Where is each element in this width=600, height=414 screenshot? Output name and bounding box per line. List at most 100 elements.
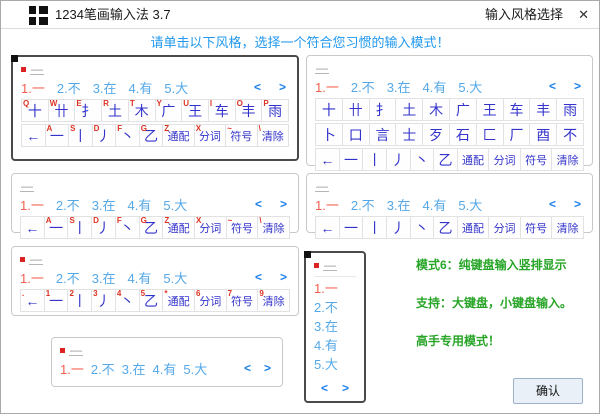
page-next-arrow[interactable]: >	[277, 270, 290, 284]
page-next-arrow[interactable]: >	[339, 381, 352, 395]
candidate-1[interactable]: 1.一	[20, 195, 44, 214]
stroke-key[interactable]: 王	[475, 98, 504, 121]
stroke-key[interactable]: 5乙	[138, 289, 164, 312]
page-prev-arrow[interactable]: <	[252, 270, 265, 284]
stroke-key[interactable]: D丿	[91, 124, 117, 147]
candidate-2[interactable]: 2.不	[56, 268, 80, 287]
stroke-key[interactable]: 丨	[362, 216, 387, 239]
clear-key[interactable]: 清除	[551, 148, 584, 171]
candidate-1[interactable]: 1.一	[315, 195, 339, 214]
stroke-key[interactable]: D丿	[91, 216, 116, 239]
candidate-4[interactable]: 4.有	[129, 78, 153, 97]
candidate-1[interactable]: 1.一	[21, 78, 45, 97]
page-prev-arrow[interactable]: <	[318, 381, 331, 395]
stroke-key[interactable]: 一	[338, 148, 364, 171]
backspace-key[interactable]: . ←	[20, 289, 45, 312]
stroke-key[interactable]: T木	[127, 99, 156, 122]
backspace-key[interactable]: ←	[315, 216, 340, 239]
stroke-key[interactable]: G乙	[138, 124, 164, 147]
stroke-key[interactable]: 乙	[433, 216, 458, 239]
page-prev-arrow[interactable]: <	[252, 197, 265, 211]
symbol-key[interactable]: 7 符号	[225, 289, 259, 312]
stroke-key[interactable]: 雨	[556, 98, 584, 121]
stroke-key[interactable]: 厂	[502, 123, 531, 146]
stroke-key[interactable]: 匚	[475, 123, 504, 146]
page-prev-arrow[interactable]: <	[241, 361, 254, 375]
page-next-arrow[interactable]: >	[276, 80, 289, 94]
stroke-key[interactable]: 土	[395, 98, 424, 121]
stroke-key[interactable]: 石	[448, 123, 477, 146]
candidate-3[interactable]: 3.在	[387, 195, 411, 214]
mode-panel-5-mini[interactable]: — 1.一 2.不 3.在 4.有 5.大 < >	[51, 337, 283, 387]
segment-key[interactable]: X 分词	[193, 124, 227, 147]
stroke-key[interactable]: 3丿	[91, 289, 116, 312]
stroke-key[interactable]: S丨	[68, 124, 93, 147]
stroke-key[interactable]: W卄	[47, 99, 76, 122]
segment-key[interactable]: 分词	[488, 216, 521, 239]
wildcard-key[interactable]: 通配	[456, 216, 490, 239]
candidate-4[interactable]: 4.有	[314, 336, 356, 355]
candidate-3[interactable]: 3.在	[93, 78, 117, 97]
clear-key[interactable]: \ 清除	[257, 216, 290, 239]
stroke-key[interactable]: O丰	[234, 99, 263, 122]
wildcard-key[interactable]: Z 通配	[162, 124, 195, 147]
candidate-3[interactable]: 3.在	[314, 317, 356, 336]
stroke-key[interactable]: 1一	[43, 289, 69, 312]
mode-panel-5[interactable]: — 1.一 2.不 3.在 4.有 5.大 < > . ← 1 一 2 丨 3 丿 4 丶 5 乙 * 通配 6 分词 7 符…	[11, 246, 299, 316]
page-prev-arrow[interactable]: <	[546, 197, 559, 211]
clear-key[interactable]: 9 清除	[257, 289, 290, 312]
stroke-key[interactable]: 士	[395, 123, 424, 146]
stroke-key[interactable]: 不	[556, 123, 584, 146]
stroke-key[interactable]: 歹	[422, 123, 450, 146]
page-next-arrow[interactable]: >	[277, 197, 290, 211]
candidate-5[interactable]: 5.大	[314, 355, 356, 374]
candidate-3[interactable]: 3.在	[122, 359, 146, 378]
candidate-1[interactable]: 1.一	[20, 268, 44, 287]
candidate-2[interactable]: 2.不	[91, 359, 115, 378]
page-prev-arrow[interactable]: <	[546, 79, 559, 93]
stroke-key[interactable]: 丨	[362, 148, 387, 171]
candidate-5[interactable]: 5.大	[458, 77, 482, 96]
symbol-key[interactable]: ~ 符号	[225, 216, 259, 239]
candidate-5[interactable]: 5.大	[458, 195, 482, 214]
stroke-key[interactable]: 丰	[529, 98, 558, 121]
wildcard-key[interactable]: * 通配	[162, 289, 195, 312]
segment-key[interactable]: X 分词	[193, 216, 227, 239]
stroke-key[interactable]: U王	[181, 99, 209, 122]
candidate-5[interactable]: 5.大	[183, 359, 207, 378]
symbol-key[interactable]: ~ 符号	[225, 124, 258, 147]
stroke-key[interactable]: A一	[43, 216, 69, 239]
stroke-key[interactable]: 乙	[433, 148, 458, 171]
stroke-key[interactable]: 十	[315, 98, 343, 121]
candidate-5[interactable]: 5.大	[163, 268, 187, 287]
segment-key[interactable]: 6 分词	[193, 289, 227, 312]
stroke-key[interactable]: 言	[368, 123, 397, 146]
candidate-4[interactable]: 4.有	[128, 268, 152, 287]
stroke-key[interactable]: 丶	[409, 216, 435, 239]
clear-key[interactable]: \ 清除	[256, 124, 290, 147]
stroke-key[interactable]: 口	[341, 123, 370, 146]
stroke-key[interactable]: 一	[338, 216, 364, 239]
stroke-key[interactable]: 车	[502, 98, 531, 121]
stroke-key[interactable]: A一	[44, 124, 70, 147]
stroke-key[interactable]: 卄	[341, 98, 370, 121]
stroke-key[interactable]: 广	[448, 98, 477, 121]
backspace-key[interactable]: ←	[315, 148, 340, 171]
stroke-key[interactable]: E扌	[74, 99, 103, 122]
stroke-key[interactable]: 卜	[315, 123, 343, 146]
stroke-key[interactable]: Q十	[21, 99, 49, 122]
candidate-1[interactable]: 1.一	[314, 279, 356, 298]
candidate-2[interactable]: 2.不	[351, 195, 375, 214]
candidate-4[interactable]: 4.有	[423, 77, 447, 96]
stroke-key[interactable]: 丿	[385, 216, 411, 239]
stroke-key[interactable]: 扌	[368, 98, 397, 121]
stroke-key[interactable]: 丶	[409, 148, 435, 171]
stroke-key[interactable]: G乙	[138, 216, 164, 239]
page-next-arrow[interactable]: >	[571, 197, 584, 211]
candidate-2[interactable]: 2.不	[314, 298, 356, 317]
stroke-key[interactable]: F丶	[115, 124, 140, 147]
candidate-5[interactable]: 5.大	[163, 195, 187, 214]
candidate-2[interactable]: 2.不	[57, 78, 81, 97]
stroke-key[interactable]: 2丨	[67, 289, 93, 312]
wildcard-key[interactable]: Z 通配	[162, 216, 195, 239]
